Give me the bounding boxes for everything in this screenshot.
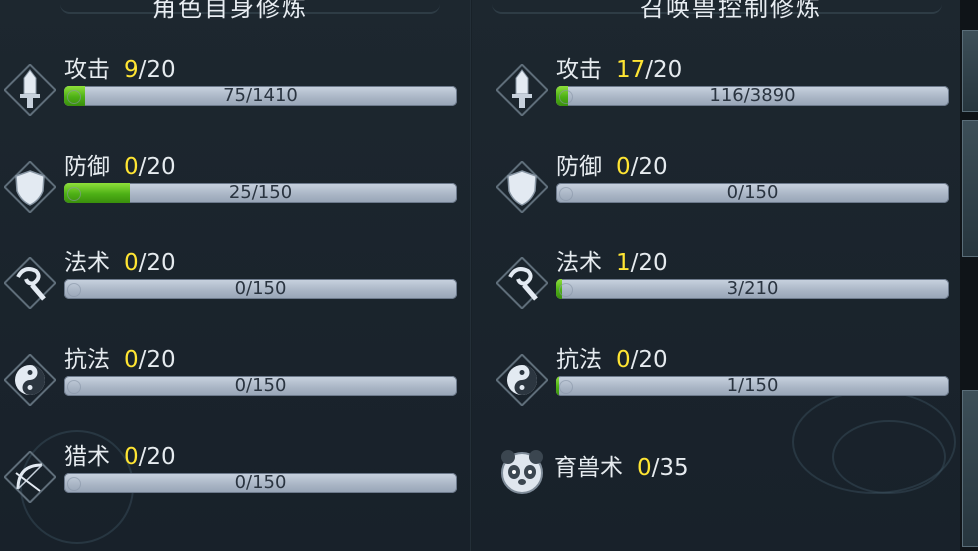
left-title-bar: 角色自身修炼 xyxy=(60,0,440,22)
experience-progress-bar: 1/150 xyxy=(556,376,949,396)
left-skill-row[interactable]: 攻击 9/20 75/1410 xyxy=(3,56,464,136)
panda-icon xyxy=(496,446,548,498)
skill-max-level: /20 xyxy=(138,154,176,180)
skill-label: 防御 0/20 xyxy=(556,153,668,181)
right-skill-row[interactable]: 防御 0/20 0/150 xyxy=(495,153,956,233)
experience-progress-bar: 0/150 xyxy=(64,473,457,493)
skill-max-level: /20 xyxy=(630,347,668,373)
experience-progress-bar: 3/210 xyxy=(556,279,949,299)
sword-icon xyxy=(495,63,549,117)
skill-max-level: /20 xyxy=(138,250,176,276)
skill-name: 法术 xyxy=(556,250,602,276)
skill-name: 防御 xyxy=(64,154,110,180)
skill-current-level: 0 xyxy=(124,154,139,180)
beast-skill-max-level: /35 xyxy=(651,455,689,481)
side-tab[interactable] xyxy=(962,30,978,112)
skill-label: 攻击 17/20 xyxy=(556,56,682,84)
right-skill-row[interactable]: 抗法 0/20 1/150 xyxy=(495,346,956,426)
skill-max-level: /20 xyxy=(630,250,668,276)
right-skill-row[interactable]: 法术 1/20 3/210 xyxy=(495,249,956,329)
experience-progress-bar: 75/1410 xyxy=(64,86,457,106)
skill-label: 猎术 0/20 xyxy=(64,443,176,471)
left-skill-row[interactable]: 法术 0/20 0/150 xyxy=(3,249,464,329)
skill-label: 抗法 0/20 xyxy=(64,346,176,374)
skill-current-level: 9 xyxy=(124,57,139,83)
shield-icon xyxy=(3,160,57,214)
progress-text: 25/150 xyxy=(228,183,293,203)
skill-current-level: 0 xyxy=(124,444,139,470)
progress-text: 0/150 xyxy=(234,376,287,396)
right-panel-title: 召唤兽控制修炼 xyxy=(640,0,822,22)
side-tab[interactable] xyxy=(962,390,978,547)
yin-yang-icon xyxy=(495,353,549,407)
experience-progress-bar: 116/3890 xyxy=(556,86,949,106)
skill-label: 法术 0/20 xyxy=(64,249,176,277)
yin-yang-icon xyxy=(3,353,57,407)
right-skill-row[interactable]: 攻击 17/20 116/3890 xyxy=(495,56,956,136)
skill-name: 抗法 xyxy=(64,347,110,373)
side-tab[interactable] xyxy=(962,120,978,257)
skill-label: 防御 0/20 xyxy=(64,153,176,181)
left-skill-row[interactable]: 抗法 0/20 0/150 xyxy=(3,346,464,426)
experience-progress-bar: 0/150 xyxy=(64,376,457,396)
left-skill-row[interactable]: 猎术 0/20 0/150 xyxy=(3,443,464,523)
progress-text: 0/150 xyxy=(234,473,287,493)
skill-name: 攻击 xyxy=(64,57,110,83)
skill-max-level: /20 xyxy=(645,57,683,83)
right-edge-strip xyxy=(960,0,978,551)
beast-skill-current-level: 0 xyxy=(637,455,652,481)
skill-current-level: 0 xyxy=(616,154,631,180)
progress-text: 75/1410 xyxy=(223,86,298,106)
sword-icon xyxy=(3,63,57,117)
skill-label: 攻击 9/20 xyxy=(64,56,176,84)
progress-text: 116/3890 xyxy=(709,86,796,106)
experience-progress-bar: 25/150 xyxy=(64,183,457,203)
experience-progress-bar: 0/150 xyxy=(556,183,949,203)
skill-name: 攻击 xyxy=(556,57,602,83)
skill-name: 猎术 xyxy=(64,444,110,470)
skill-name: 防御 xyxy=(556,154,602,180)
shield-icon xyxy=(495,160,549,214)
bow-icon xyxy=(3,450,57,504)
left-panel-title: 角色自身修炼 xyxy=(152,0,308,22)
progress-text: 1/150 xyxy=(726,376,779,396)
skill-current-level: 1 xyxy=(616,250,631,276)
skill-current-level: 0 xyxy=(616,347,631,373)
skill-max-level: /20 xyxy=(138,347,176,373)
skill-name: 抗法 xyxy=(556,347,602,373)
skill-label: 法术 1/20 xyxy=(556,249,668,277)
experience-progress-bar: 0/150 xyxy=(64,279,457,299)
magic-staff-icon xyxy=(495,256,549,310)
beast-skill-name: 育兽术 xyxy=(554,455,623,481)
skill-max-level: /20 xyxy=(138,444,176,470)
progress-text: 3/210 xyxy=(726,279,779,299)
progress-text: 0/150 xyxy=(726,183,779,203)
skill-max-level: /20 xyxy=(630,154,668,180)
skill-current-level: 17 xyxy=(616,57,646,83)
skill-current-level: 0 xyxy=(124,347,139,373)
progress-text: 0/150 xyxy=(234,279,287,299)
right-title-bar: 召唤兽控制修炼 xyxy=(492,0,942,22)
skill-max-level: /20 xyxy=(138,57,176,83)
skill-name: 法术 xyxy=(64,250,110,276)
beast-skill-row[interactable]: 育兽术 0/35 xyxy=(496,446,956,526)
skill-current-level: 0 xyxy=(124,250,139,276)
magic-staff-icon xyxy=(3,256,57,310)
beast-skill-label: 育兽术 0/35 xyxy=(554,454,689,482)
skill-label: 抗法 0/20 xyxy=(556,346,668,374)
left-skill-row[interactable]: 防御 0/20 25/150 xyxy=(3,153,464,233)
